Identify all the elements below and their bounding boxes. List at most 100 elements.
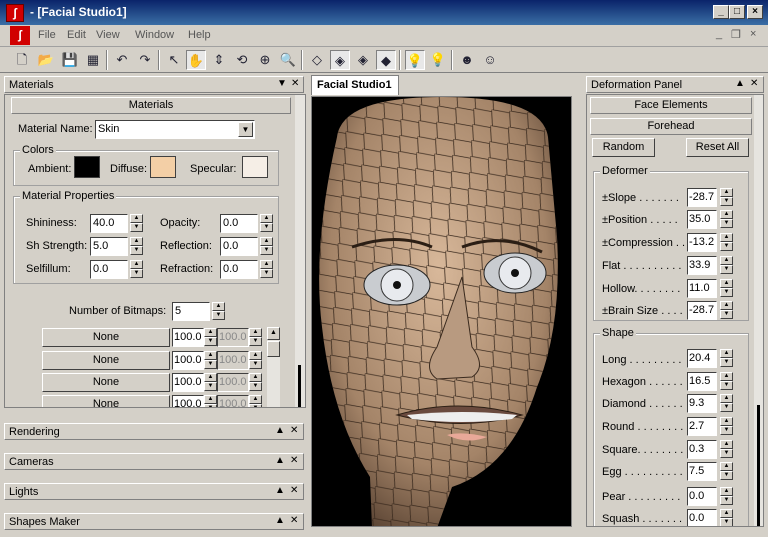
save-icon[interactable]: 💾: [60, 50, 80, 70]
save-all-icon[interactable]: ▦: [83, 50, 103, 70]
head-profile-icon[interactable]: ☻: [457, 50, 477, 70]
light-bulb-off-icon[interactable]: 💡: [428, 50, 448, 70]
material-name-select[interactable]: Skin: [95, 120, 255, 139]
compression-input[interactable]: -13.2: [687, 233, 717, 252]
flat-spinner[interactable]: ▲ ▼: [720, 256, 733, 275]
squash-input[interactable]: 0.0: [687, 509, 717, 526]
sh-strength-input[interactable]: 5.0: [90, 237, 128, 256]
diffuse-color-swatch[interactable]: [150, 156, 176, 178]
face-elements-button[interactable]: Face Elements: [590, 97, 752, 114]
pear-spinner[interactable]: ▲ ▼: [720, 487, 733, 506]
bitmap-amount-spinner[interactable]: ▲ ▼: [204, 351, 217, 370]
reflection-input[interactable]: 0.0: [220, 237, 258, 256]
ambient-color-swatch[interactable]: [74, 156, 100, 178]
menu-help[interactable]: Help: [188, 29, 211, 41]
close-icon[interactable]: ✕: [290, 425, 298, 436]
mdi-restore-icon[interactable]: ❐: [731, 28, 741, 41]
egg-spinner[interactable]: ▲ ▼: [720, 462, 733, 481]
bitmap-list-scrollbar[interactable]: ▲: [267, 327, 280, 407]
selfillum-input[interactable]: 0.0: [90, 260, 128, 279]
opacity-spinner[interactable]: ▲ ▼: [260, 214, 273, 233]
shapes-maker-panel-header[interactable]: Shapes Maker ▲ ✕: [4, 513, 304, 530]
document-icon[interactable]: ʃ: [10, 26, 30, 45]
pan-hand-icon[interactable]: ✋: [186, 50, 206, 70]
close-icon[interactable]: ✕: [290, 515, 298, 526]
brain-size-input[interactable]: -28.7: [687, 301, 717, 320]
view-wire-icon[interactable]: ◈: [353, 50, 373, 70]
reflection-spinner[interactable]: ▲ ▼: [260, 237, 273, 256]
close-icon[interactable]: ✕: [291, 78, 299, 89]
scroll-thumb[interactable]: [267, 341, 280, 357]
expand-icon[interactable]: ▲: [735, 78, 745, 89]
bitmap-amount-spinner[interactable]: ▲ ▼: [204, 395, 217, 407]
selfillum-spinner[interactable]: ▲ ▼: [130, 260, 143, 279]
square-input[interactable]: 0.3: [687, 440, 717, 459]
close-icon[interactable]: ✕: [750, 78, 758, 89]
hollow-input[interactable]: 11.0: [687, 279, 717, 298]
bitmap-amount-spinner[interactable]: ▲ ▼: [204, 373, 217, 392]
expand-icon[interactable]: ▲: [275, 455, 285, 466]
materials-section-button[interactable]: Materials: [11, 97, 291, 114]
position-spinner[interactable]: ▲ ▼: [720, 210, 733, 229]
compression-spinner[interactable]: ▲ ▼: [720, 233, 733, 252]
hexagon-spinner[interactable]: ▲ ▼: [720, 372, 733, 391]
app-icon[interactable]: ʃ: [6, 4, 24, 22]
bitmap-button-2[interactable]: None: [42, 351, 170, 370]
brain-size-spinner[interactable]: ▲ ▼: [720, 301, 733, 320]
rendering-panel-header[interactable]: Rendering ▲ ✕: [4, 423, 304, 440]
chevron-down-icon[interactable]: ▼: [238, 122, 253, 137]
flat-input[interactable]: 33.9: [687, 256, 717, 275]
lights-panel-header[interactable]: Lights ▲ ✕: [4, 483, 304, 500]
view-diamond-icon[interactable]: ◇: [307, 50, 327, 70]
menu-view[interactable]: View: [96, 29, 120, 41]
deformation-scroll-thumb[interactable]: [757, 405, 760, 526]
cameras-panel-header[interactable]: Cameras ▲ ✕: [4, 453, 304, 470]
diamond-input[interactable]: 9.3: [687, 394, 717, 413]
select-arrow-icon[interactable]: ↖: [164, 50, 184, 70]
pear-input[interactable]: 0.0: [687, 487, 717, 506]
move-vertical-icon[interactable]: ⇕: [209, 50, 229, 70]
slope-input[interactable]: -28.7: [687, 188, 717, 207]
mdi-close-icon[interactable]: ×: [750, 28, 756, 40]
menu-file[interactable]: File: [38, 29, 56, 41]
sh-strength-spinner[interactable]: ▲ ▼: [130, 237, 143, 256]
close-button[interactable]: ×: [747, 5, 763, 19]
3d-viewport[interactable]: [311, 96, 572, 527]
mdi-minimize-icon[interactable]: _: [716, 28, 722, 40]
random-button[interactable]: Random: [592, 138, 655, 157]
position-input[interactable]: 35.0: [687, 210, 717, 229]
expand-icon[interactable]: ▲: [275, 515, 285, 526]
orbit-icon[interactable]: ⊕: [255, 50, 275, 70]
expand-icon[interactable]: ▲: [275, 485, 285, 496]
menu-edit[interactable]: Edit: [67, 29, 86, 41]
close-icon[interactable]: ✕: [290, 455, 298, 466]
bitmap-amount-spinner[interactable]: ▲ ▼: [204, 328, 217, 347]
dropdown-icon[interactable]: ▼: [277, 78, 287, 89]
refraction-input[interactable]: 0.0: [220, 260, 258, 279]
zoom-icon[interactable]: 🔍: [278, 50, 298, 70]
bitmaps-spinner[interactable]: ▲ ▼: [212, 302, 225, 321]
bitmap-button-3[interactable]: None: [42, 373, 170, 392]
shininess-input[interactable]: 40.0: [90, 214, 128, 233]
materials-panel-header[interactable]: Materials ▼ ✕: [4, 76, 304, 93]
new-file-icon[interactable]: 🗋: [12, 50, 32, 70]
expand-icon[interactable]: ▲: [275, 425, 285, 436]
viewport-tab[interactable]: Facial Studio1: [311, 75, 399, 95]
shininess-spinner[interactable]: ▲ ▼: [130, 214, 143, 233]
view-diamond-solid-icon[interactable]: ◈: [330, 50, 350, 70]
bitmaps-input[interactable]: 5: [172, 302, 210, 321]
round-spinner[interactable]: ▲ ▼: [720, 417, 733, 436]
specular-color-swatch[interactable]: [242, 156, 268, 178]
materials-panel-scrollbar[interactable]: [295, 95, 305, 407]
long-input[interactable]: 20.4: [687, 349, 717, 368]
hexagon-input[interactable]: 16.5: [687, 372, 717, 391]
reset-all-button[interactable]: Reset All: [686, 138, 749, 157]
refraction-spinner[interactable]: ▲ ▼: [260, 260, 273, 279]
face-icon[interactable]: ☺: [480, 50, 500, 70]
undo-icon[interactable]: ↶: [112, 50, 132, 70]
redo-icon[interactable]: ↷: [135, 50, 155, 70]
opacity-input[interactable]: 0.0: [220, 214, 258, 233]
long-spinner[interactable]: ▲ ▼: [720, 349, 733, 368]
diamond-spinner[interactable]: ▲ ▼: [720, 394, 733, 413]
hollow-spinner[interactable]: ▲ ▼: [720, 279, 733, 298]
